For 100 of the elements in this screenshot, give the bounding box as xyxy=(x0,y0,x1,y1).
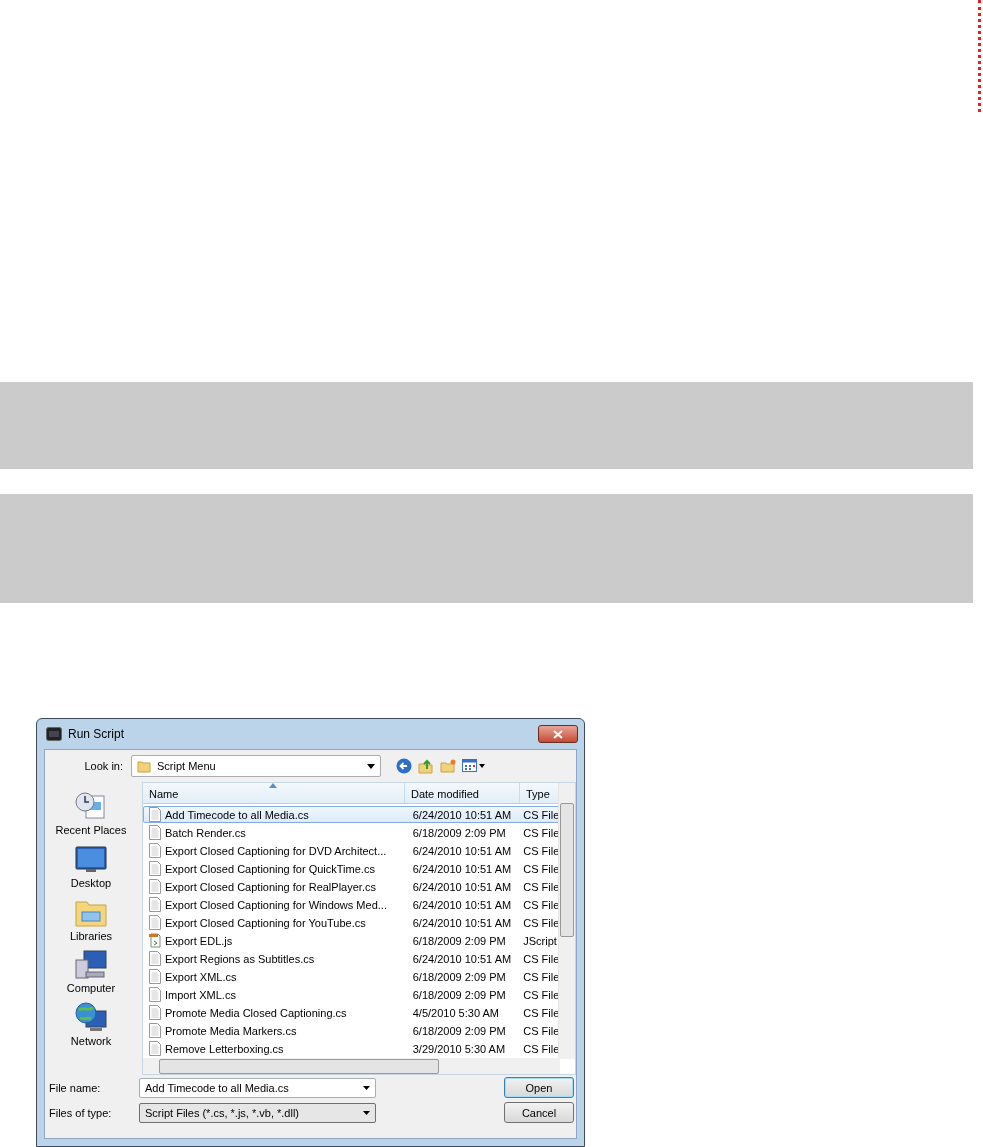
type-cell-text: CS File xyxy=(522,1042,559,1055)
type-cell-text: JScript xyxy=(522,934,558,947)
column-header[interactable]: Type xyxy=(520,783,560,803)
file-name: Export Closed Captioning for RealPlayer.cs xyxy=(165,880,376,893)
file-row[interactable]: Export Closed Captioning for YouTube.cs 6/24/2010 10:51 AM CS File xyxy=(143,914,560,931)
file-type-label: Files of type: xyxy=(49,1106,113,1119)
date-cell-text: 6/24/2010 10:51 AM xyxy=(411,916,513,929)
type-cell-text: CS File xyxy=(522,862,559,875)
date-cell-text: 6/24/2010 10:51 AM xyxy=(411,952,513,965)
file-name: Promote Media Markers.cs xyxy=(165,1024,297,1037)
document-icon xyxy=(149,987,161,1002)
place-item[interactable]: Libraries xyxy=(47,895,135,945)
computer-icon xyxy=(74,948,108,981)
file-name: Add Timecode to all Media.cs xyxy=(165,808,309,821)
file-row[interactable]: Promote Media Closed Captioning.cs 4/5/2010 5:30 AM CS File xyxy=(143,1004,560,1021)
folder-icon xyxy=(137,759,151,773)
document-icon xyxy=(149,915,161,930)
document-icon xyxy=(149,843,161,858)
file-name: Export Closed Captioning for Windows Med... xyxy=(165,898,387,911)
new-folder-icon xyxy=(440,758,456,774)
file-row[interactable]: Export EDL.js 6/18/2009 2:09 PM JScript xyxy=(143,932,560,949)
file-row[interactable]: Import XML.cs 6/18/2009 2:09 PM CS File xyxy=(143,986,560,1003)
new-folder-button[interactable] xyxy=(439,757,457,775)
globe-monitor-icon xyxy=(74,1001,108,1034)
close-button[interactable] xyxy=(538,725,578,743)
document-icon xyxy=(149,1041,161,1056)
file-name: Export Closed Captioning for YouTube.cs xyxy=(165,916,366,929)
file-name: Export Closed Captioning for QuickTime.cs xyxy=(165,862,375,875)
view-menu-button[interactable] xyxy=(461,758,487,774)
app-icon xyxy=(46,727,62,741)
place-item[interactable]: Desktop xyxy=(47,842,135,892)
date-cell-text: 6/18/2009 2:09 PM xyxy=(411,826,507,839)
file-row[interactable]: Add Timecode to all Media.cs 6/24/2010 10:51 AM CS File xyxy=(143,806,560,823)
column-header[interactable]: Date modified xyxy=(405,783,520,803)
place-item[interactable]: Network xyxy=(47,1001,135,1050)
look-in-dropdown[interactable]: Script Menu xyxy=(131,755,381,777)
date-cell-text: 3/29/2010 5:30 AM xyxy=(411,1042,507,1055)
up-folder-button[interactable] xyxy=(417,757,435,775)
document-icon xyxy=(149,969,161,984)
cancel-button[interactable]: Cancel xyxy=(504,1102,574,1123)
window-title: Run Script xyxy=(68,727,125,741)
type-cell-text: CS File xyxy=(522,826,559,839)
file-name: Promote Media Closed Captioning.cs xyxy=(165,1006,347,1019)
type-cell-text: CS File xyxy=(522,898,559,911)
date-cell-text: 6/24/2010 10:51 AM xyxy=(411,862,513,875)
clock-document-icon xyxy=(74,790,108,822)
date-cell-text: 6/18/2009 2:09 PM xyxy=(411,988,507,1001)
file-row[interactable]: Batch Render.cs 6/18/2009 2:09 PM CS File xyxy=(143,824,560,841)
date-cell-text: 4/5/2010 5:30 AM xyxy=(411,1006,500,1019)
document-icon xyxy=(149,951,161,966)
place-item[interactable]: Recent Places xyxy=(47,790,135,839)
file-row[interactable]: Remove Letterboxing.cs 3/29/2010 5:30 AM CS File xyxy=(143,1040,560,1057)
script-file-icon xyxy=(149,933,161,948)
document-icon xyxy=(149,879,161,894)
date-cell-text: 6/24/2010 10:51 AM xyxy=(411,808,513,821)
look-in-label: Look in: xyxy=(83,760,124,772)
type-cell-text: CS File xyxy=(522,844,559,857)
date-cell-text: 6/24/2010 10:51 AM xyxy=(411,880,513,893)
type-cell-text: CS File xyxy=(522,808,559,821)
file-row[interactable]: Export Closed Captioning for DVD Architect... 6/24/2010 10:51 AM CS File xyxy=(143,842,560,859)
back-button[interactable] xyxy=(395,757,413,775)
file-row[interactable]: Promote Media Markers.cs 6/18/2009 2:09 PM CS File xyxy=(143,1022,560,1039)
document-icon xyxy=(149,861,161,876)
file-name: Remove Letterboxing.cs xyxy=(165,1042,284,1055)
type-cell-text: CS File xyxy=(522,1024,559,1037)
document-icon xyxy=(149,807,161,822)
file-name: Export EDL.js xyxy=(165,934,233,947)
date-cell-text: 6/18/2009 2:09 PM xyxy=(411,1024,507,1037)
document-icon xyxy=(149,897,161,912)
document-icon xyxy=(149,825,161,840)
file-name-field[interactable]: Add Timecode to all Media.cs xyxy=(139,1077,376,1098)
date-cell-text: 6/24/2010 10:51 AM xyxy=(411,898,513,911)
file-row[interactable]: Export Closed Captioning for RealPlayer.cs 6/24/2010 10:51 AM CS File xyxy=(143,878,560,895)
file-row[interactable]: Export Closed Captioning for QuickTime.cs 6/24/2010 10:51 AM CS File xyxy=(143,860,560,877)
sort-arrow-icon xyxy=(269,783,277,788)
vertical-scrollbar[interactable] xyxy=(558,783,575,1059)
file-name: Export Closed Captioning for DVD Architect... xyxy=(165,844,387,857)
file-name: Import XML.cs xyxy=(165,988,236,1001)
type-cell-text: CS File xyxy=(522,988,559,1001)
date-cell-text: 6/18/2009 2:09 PM xyxy=(411,970,507,983)
document-icon xyxy=(149,1005,161,1020)
place-item[interactable]: Computer xyxy=(47,948,135,998)
file-row[interactable]: Export Closed Captioning for Windows Med... 6/24/2010 10:51 AM CS File xyxy=(143,896,560,913)
file-name: Export Regions as Subtitles.cs xyxy=(165,952,315,965)
view-grid-icon xyxy=(462,759,486,773)
caret-icon xyxy=(367,763,375,769)
type-cell-text: CS File xyxy=(522,952,559,965)
file-row[interactable]: Export XML.cs 6/18/2009 2:09 PM CS File xyxy=(143,968,560,985)
open-button[interactable]: Open xyxy=(504,1077,574,1098)
caret-icon xyxy=(363,1085,370,1090)
date-cell-text: 6/18/2009 2:09 PM xyxy=(411,934,507,947)
close-icon xyxy=(553,729,563,739)
type-cell-text: CS File xyxy=(522,970,559,983)
file-name: Batch Render.cs xyxy=(165,826,246,839)
caret-icon xyxy=(363,1110,370,1115)
file-row[interactable]: Export Regions as Subtitles.cs 6/24/2010 10:51 AM CS File xyxy=(143,950,560,967)
file-name-label: File name: xyxy=(49,1081,102,1094)
file-type-dropdown[interactable]: Script Files (*.cs, *.js, *.vb, *.dll) xyxy=(139,1102,376,1123)
horizontal-scrollbar[interactable] xyxy=(143,1058,560,1074)
document-icon xyxy=(149,1023,161,1038)
